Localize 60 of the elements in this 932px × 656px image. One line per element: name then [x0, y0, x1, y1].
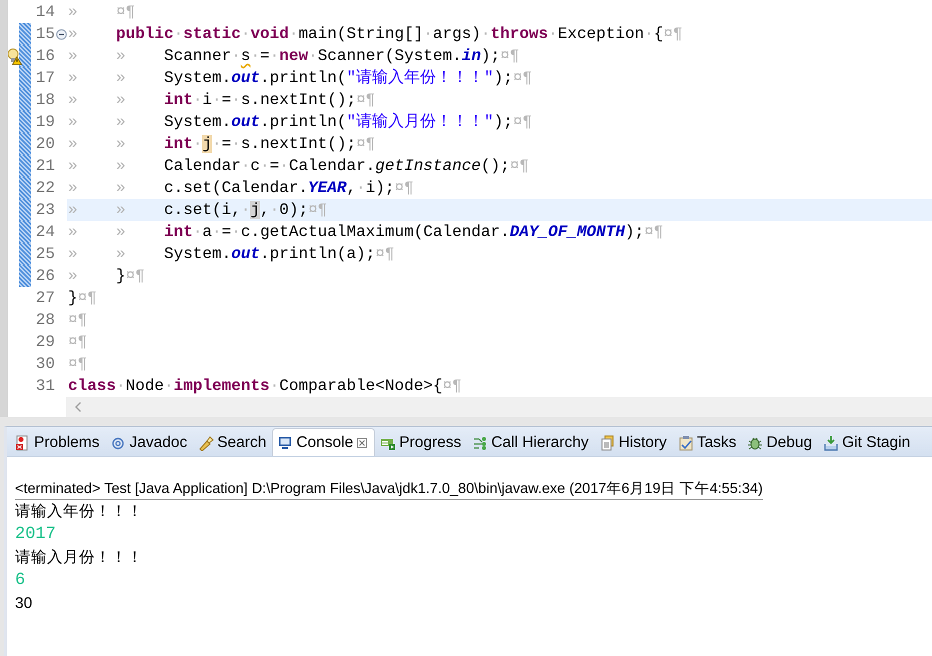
monitor-icon [277, 434, 294, 450]
console-header: <terminated> Test [Java Application] D:\Program Files\Java\jdk1.7.0_80\bin\javaw.exe (2017年6月19日 下午4:55:34) [15, 479, 763, 500]
code-line: » » Scanner·s·=·new·Scanner(System.in);¤¶ [67, 46, 520, 67]
line-number: 29 [34, 332, 55, 353]
line-number: 15 [34, 24, 55, 45]
line-number: 22 [34, 178, 55, 199]
panel-tab[interactable]: Problems [10, 428, 106, 456]
panel-tab[interactable]: Progress [375, 428, 468, 456]
line-number: 16 [34, 46, 55, 67]
line-number: 26 [34, 266, 55, 287]
console-line: 请输入年份！！！ [15, 502, 144, 522]
code-line: » » System.out.println("请输入年份！！！");¤¶ [67, 68, 534, 89]
console-line: 请输入月份！！！ [15, 548, 144, 568]
line-number: 27 [34, 288, 55, 309]
call-hierarchy-icon [472, 434, 488, 450]
code-line: » » int·a·=·c.getActualMaximum(Calendar.DAY_OF_MONTH);¤¶ [67, 222, 664, 243]
panel-tab[interactable]: Call Hierarchy [467, 428, 595, 456]
line-number: 25 [34, 244, 55, 265]
panel-tab[interactable]: Debug [742, 428, 818, 456]
code-line: ¤¶ [67, 310, 88, 331]
panel-tab[interactable]: Tasks [672, 428, 742, 456]
line-number: 31 [34, 376, 55, 397]
lightbulb-warning-icon[interactable] [8, 48, 22, 65]
console-line: 30 [15, 594, 34, 614]
line-number: 19 [34, 112, 55, 133]
code-line: » » System.out.println("请输入月份！！！");¤¶ [67, 112, 534, 133]
panel-tab[interactable]: Git Stagin [818, 428, 916, 456]
documents-icon [600, 434, 616, 450]
code-line: » }¤¶ [67, 266, 146, 287]
line-number: 17 [34, 68, 55, 89]
close-icon[interactable] [356, 436, 368, 448]
code-line: }¤¶ [67, 288, 98, 309]
code-line: » » Calendar·c·=·Calendar.getInstance();¤¶ [67, 156, 530, 177]
code-line: » public·static·void·main(String[]·args)·throws·Exception·{¤¶ [67, 24, 684, 45]
code-line: » ¤¶ [67, 2, 136, 23]
line-number: 21 [34, 156, 55, 177]
code-line: ¤¶ [67, 354, 88, 375]
console-line: 6 [15, 570, 26, 592]
code-line: » » int·i·=·s.nextInt();¤¶ [67, 90, 376, 111]
line-number: 20 [34, 134, 55, 155]
line-number: 30 [34, 354, 55, 375]
panel-tab[interactable]: Search [193, 428, 272, 456]
line-number: 14 [34, 2, 55, 23]
panel-tab[interactable]: Console [272, 428, 376, 456]
download-tray-icon [823, 434, 840, 450]
line-number: 24 [34, 222, 55, 243]
code-line: » » System.out.println(a);¤¶ [67, 244, 396, 265]
line-number: 23 [34, 200, 55, 221]
collapse-icon[interactable] [56, 28, 66, 40]
code-line: ¤¶ [67, 332, 88, 353]
line-number: 28 [34, 310, 55, 331]
code-line: class·Node·implements·Comparable<Node>{¤¶ [67, 376, 463, 397]
panel-tab[interactable]: History [594, 428, 673, 456]
panel-tab[interactable]: Javadoc [105, 428, 194, 456]
clipboard-check-icon [678, 434, 694, 450]
line-number: 18 [34, 90, 55, 111]
flashlight-icon [198, 434, 214, 450]
code-line: » » int·j·=·s.nextInt();¤¶ [67, 134, 376, 155]
console-line: 2017 [15, 524, 57, 546]
code-line: » » c.set(Calendar.YEAR,·i);¤¶ [67, 178, 415, 199]
